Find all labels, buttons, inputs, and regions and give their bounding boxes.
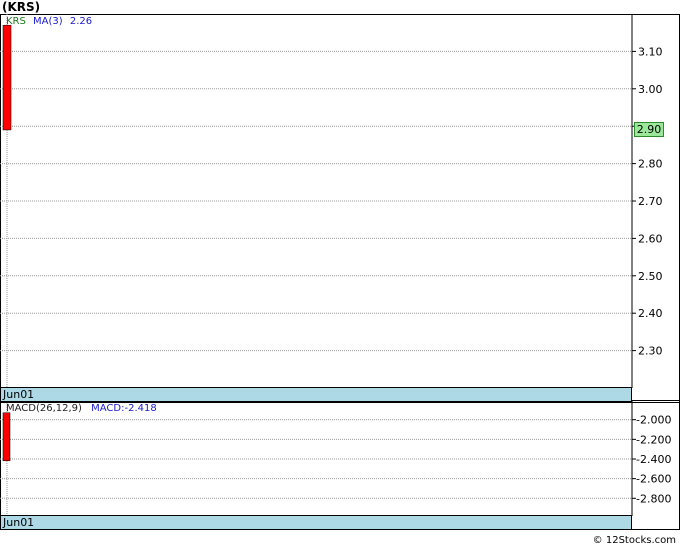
macd-axis-ticks: -2.000 -2.200 -2.400 -2.600 -2.800 [632,414,671,505]
price-legend: KRS MA(3) 2.26 [6,16,92,27]
date-bar-top: Jun01 [0,387,632,402]
macd-bar [2,412,11,462]
macd-tick-label: -2.200 [636,433,671,446]
price-tick-label: 3.00 [638,83,663,96]
price-tick-label: 2.70 [638,195,663,208]
date-bar-bottom: Jun01 [0,515,632,530]
macd-gridlines [0,401,632,516]
price-tick-label: 3.10 [638,45,663,58]
symbol-label: KRS [6,16,26,27]
price-axis-ticks: 2.30 2.40 2.50 2.60 2.70 2.80 2.90 3.00 3.10 [632,45,663,358]
ma-value: 2.26 [69,16,93,27]
price-tick-label: 2.40 [638,307,663,320]
price-gridlines [0,14,632,388]
price-bars [2,24,12,131]
macd-tick-label: -2.400 [636,453,671,466]
price-tick-label: 2.80 [638,158,663,171]
macd-bars [2,412,11,462]
copyright-footer: © 12Stocks.com [592,535,676,546]
macd-legend: MACD(26,12,9) MACD:-2.418 [6,403,157,414]
macd-label: MACD(26,12,9) [6,403,82,414]
price-bar [2,24,12,131]
macd-value: MACD:-2.418 [91,403,157,414]
price-tick-label: 2.30 [638,345,663,358]
chart-canvas: 2.30 2.40 2.50 2.60 2.70 2.80 2.90 3.00 3.10 -2.… [0,14,671,516]
macd-tick-label: -2.000 [636,414,671,427]
macd-tick-label: -2.800 [636,492,671,505]
macd-tick-label: -2.600 [636,473,671,486]
ma-label: MA(3) [33,16,63,27]
price-tick-label: 2.60 [638,232,663,245]
last-price-badge: 2.90 [634,122,664,137]
price-tick-label: 2.50 [638,270,663,283]
